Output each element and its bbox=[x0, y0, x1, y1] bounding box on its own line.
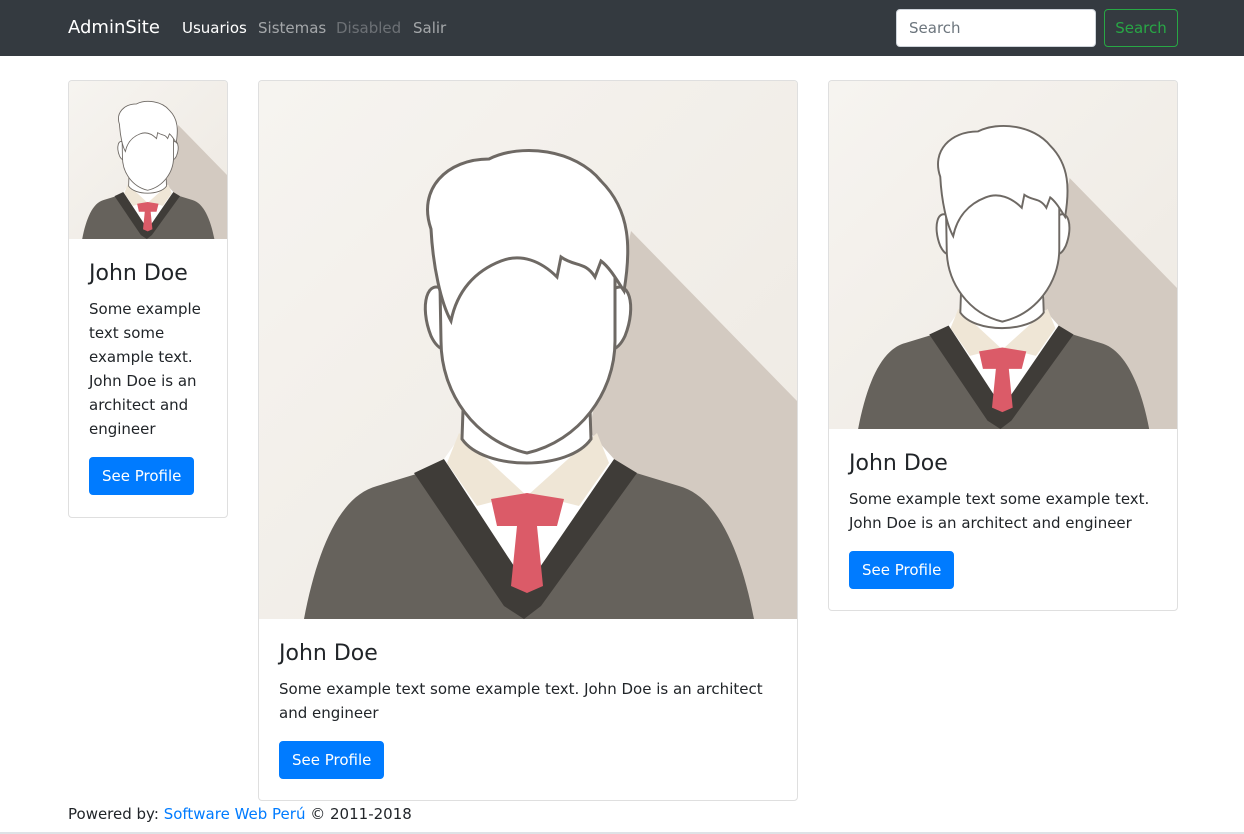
avatar-illustration bbox=[829, 81, 1177, 429]
see-profile-button[interactable]: See Profile bbox=[849, 551, 955, 589]
card-title: John Doe bbox=[89, 261, 188, 286]
profile-card-medium: John Doe Some example text some example … bbox=[828, 80, 1178, 611]
see-profile-button[interactable]: See Profile bbox=[89, 457, 195, 495]
brand-link[interactable]: AdminSite bbox=[68, 16, 160, 40]
footer-copyright: © 2011-2018 bbox=[310, 805, 412, 823]
nav-link-sistemas[interactable]: Sistemas bbox=[258, 18, 326, 38]
profile-card-small: John Doe Some example text some example … bbox=[68, 80, 228, 518]
card-text: Some example text some example text. Joh… bbox=[279, 680, 763, 722]
card-body: John Doe Some example text some example … bbox=[829, 429, 1177, 609]
card-body: John Doe Some example text some example … bbox=[69, 239, 227, 515]
avatar-image bbox=[259, 81, 797, 619]
nav-link-disabled: Disabled bbox=[336, 19, 402, 37]
footer-link[interactable]: Software Web Perú bbox=[164, 805, 306, 823]
nav-link-salir[interactable]: Salir bbox=[413, 18, 446, 38]
search-button[interactable]: Search bbox=[1104, 9, 1178, 47]
navbar: AdminSite Usuarios Sistemas Disabled Sal… bbox=[0, 0, 1244, 56]
avatar-image bbox=[69, 81, 227, 239]
footer-prefix: Powered by: bbox=[68, 805, 159, 823]
footer: Powered by: Software Web Perú © 2011-201… bbox=[68, 804, 412, 824]
card-body: John Doe Some example text some example … bbox=[259, 619, 797, 799]
card-title: John Doe bbox=[849, 451, 948, 476]
avatar-image bbox=[829, 81, 1177, 429]
card-text: Some example text some example text. Joh… bbox=[89, 300, 201, 438]
profile-card-large: John Doe Some example text some example … bbox=[258, 80, 798, 801]
avatar-illustration bbox=[69, 81, 227, 239]
avatar-illustration bbox=[259, 81, 797, 619]
card-text: Some example text some example text. Joh… bbox=[849, 490, 1150, 532]
search-input[interactable] bbox=[896, 9, 1096, 47]
see-profile-button[interactable]: See Profile bbox=[279, 741, 385, 779]
card-title: John Doe bbox=[279, 641, 378, 666]
nav-link-usuarios[interactable]: Usuarios bbox=[182, 18, 247, 38]
